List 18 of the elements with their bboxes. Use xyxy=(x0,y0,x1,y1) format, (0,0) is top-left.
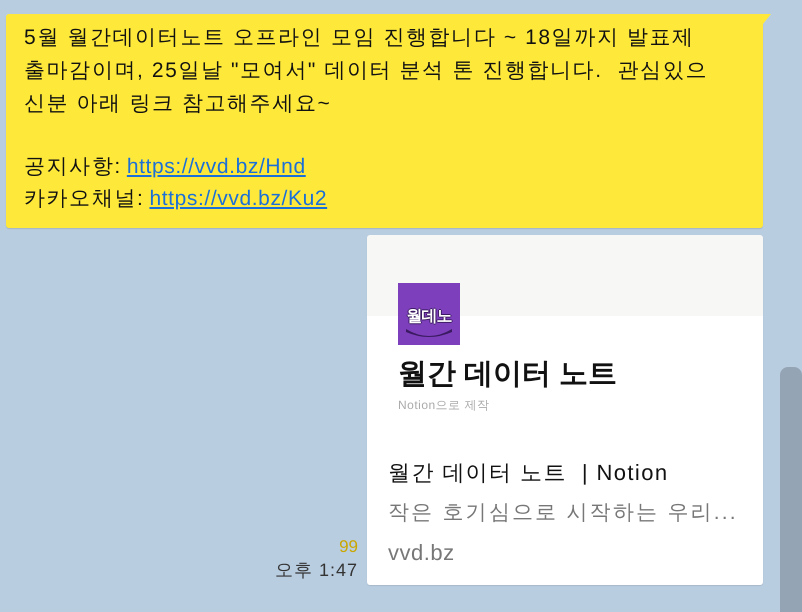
scrollbar-thumb[interactable] xyxy=(780,367,802,612)
message-text: 출마감이며, 25일날 "모여서" 데이터 분석 톤 진행합니다. 관심있으 xyxy=(24,58,708,84)
message-time: 오후 1:47 xyxy=(274,559,358,582)
link-label: 공지사항: xyxy=(24,154,122,180)
page-domain: vvd.bz xyxy=(388,539,455,567)
url-link[interactable]: https://vvd.bz/Hnd xyxy=(126,151,306,183)
preview-subtitle: Notion으로 제작 xyxy=(398,397,490,413)
unread-count: 99 xyxy=(339,536,358,558)
link-label: 카카오채널: xyxy=(24,186,144,212)
url-link[interactable]: https://vvd.bz/Ku2 xyxy=(149,183,328,215)
page-title: 월간 데이터 노트 | Notion xyxy=(388,459,668,487)
page-description: 작은 호기심으로 시작하는 우리... xyxy=(388,500,738,526)
link-preview-card[interactable]: 월데노 월간 데이터 노트 Notion으로 제작 월간 데이터 노트 | Notion 작은 호기심으로 시작하는 우리... vvd.bz xyxy=(367,235,763,585)
swoosh-icon xyxy=(406,329,452,339)
message-text: 신분 아래 링크 참고해주세요~ xyxy=(24,91,332,117)
preview-title: 월간 데이터 노트 xyxy=(398,357,618,392)
logo-text: 월데노 xyxy=(406,306,452,326)
message-text: 5월 월간데이터노트 오프라인 모임 진행합니다 ~ 18일까지 발표제 xyxy=(24,25,695,51)
